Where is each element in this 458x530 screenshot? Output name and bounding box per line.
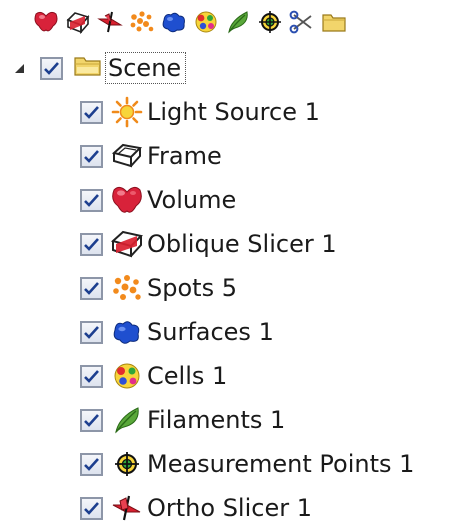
add-surfaces-button[interactable] xyxy=(160,8,188,36)
scissors-icon xyxy=(289,10,315,34)
scene-label: Scene xyxy=(105,52,187,84)
tree-item-filaments[interactable]: Filaments 1 xyxy=(80,398,285,442)
item-label: Spots 5 xyxy=(147,274,237,302)
add-ortho-slicer-button[interactable] xyxy=(96,8,124,36)
checkmark-icon xyxy=(84,501,99,515)
surfaces-icon xyxy=(161,10,187,34)
item-checkbox[interactable] xyxy=(80,408,103,432)
frame-icon xyxy=(107,138,147,174)
add-clipping-plane-button[interactable] xyxy=(288,8,316,36)
measurement-points-icon xyxy=(107,446,147,482)
item-checkbox[interactable] xyxy=(80,232,103,256)
folder-icon xyxy=(73,54,103,82)
cells-icon xyxy=(107,358,147,394)
tree-item-spots[interactable]: Spots 5 xyxy=(80,266,237,310)
tree-item-light-source[interactable]: Light Source 1 xyxy=(80,90,320,134)
ortho-slicer-icon xyxy=(97,10,123,34)
checkmark-icon xyxy=(84,237,99,251)
light-source-icon xyxy=(107,94,147,130)
scene-selection[interactable]: Scene xyxy=(71,51,188,85)
scene-checkbox[interactable] xyxy=(40,56,63,80)
item-label: Volume xyxy=(147,186,237,214)
checkmark-icon xyxy=(84,281,99,295)
toolbar xyxy=(32,6,348,38)
add-cells-button[interactable] xyxy=(192,8,220,36)
item-label: Light Source 1 xyxy=(147,98,320,126)
filaments-icon xyxy=(225,10,251,34)
item-checkbox[interactable] xyxy=(80,452,103,476)
spots-icon xyxy=(107,270,147,306)
add-group-button[interactable] xyxy=(320,8,348,36)
volume-icon xyxy=(107,182,147,218)
surfaces-icon xyxy=(107,314,147,350)
checkmark-icon xyxy=(44,61,59,75)
collapse-arrow-icon[interactable] xyxy=(6,55,32,81)
tree-item-measurement-points[interactable]: Measurement Points 1 xyxy=(80,442,414,486)
ortho-slicer-icon xyxy=(107,490,147,526)
checkmark-icon xyxy=(84,193,99,207)
item-checkbox[interactable] xyxy=(80,100,103,124)
checkmark-icon xyxy=(84,105,99,119)
tree-item-volume[interactable]: Volume xyxy=(80,178,236,222)
tree-item-oblique-slicer[interactable]: Oblique Slicer 1 xyxy=(80,222,337,266)
add-filaments-button[interactable] xyxy=(224,8,252,36)
item-checkbox[interactable] xyxy=(80,144,103,168)
tree-item-frame[interactable]: Frame xyxy=(80,134,222,178)
tree-item-surfaces[interactable]: Surfaces 1 xyxy=(80,310,274,354)
tree-item-cells[interactable]: Cells 1 xyxy=(80,354,227,398)
checkmark-icon xyxy=(84,325,99,339)
item-checkbox[interactable] xyxy=(80,320,103,344)
item-checkbox[interactable] xyxy=(80,276,103,300)
add-oblique-slicer-button[interactable] xyxy=(64,8,92,36)
item-label: Surfaces 1 xyxy=(147,318,274,346)
volume-icon xyxy=(33,10,59,34)
folder-icon xyxy=(321,10,347,34)
item-checkbox[interactable] xyxy=(80,496,103,520)
item-label: Filaments 1 xyxy=(147,406,286,434)
item-label: Oblique Slicer 1 xyxy=(147,230,337,258)
oblique-slicer-icon xyxy=(107,226,147,262)
item-checkbox[interactable] xyxy=(80,188,103,212)
tree-root-scene[interactable]: Scene xyxy=(6,46,188,90)
item-label: Frame xyxy=(147,142,222,170)
tree-item-ortho-slicer[interactable]: Ortho Slicer 1 xyxy=(80,486,312,530)
item-label: Measurement Points 1 xyxy=(147,450,415,478)
checkmark-icon xyxy=(84,369,99,383)
cells-icon xyxy=(193,10,219,34)
spots-icon xyxy=(129,10,155,34)
item-label: Cells 1 xyxy=(147,362,228,390)
item-checkbox[interactable] xyxy=(80,364,103,388)
item-label: Ortho Slicer 1 xyxy=(147,494,312,522)
oblique-slicer-icon xyxy=(65,10,91,34)
add-volume-button[interactable] xyxy=(32,8,60,36)
add-spots-button[interactable] xyxy=(128,8,156,36)
checkmark-icon xyxy=(84,413,99,427)
add-measurement-points-button[interactable] xyxy=(256,8,284,36)
measurement-points-icon xyxy=(257,10,283,34)
filaments-icon xyxy=(107,402,147,438)
checkmark-icon xyxy=(84,149,99,163)
checkmark-icon xyxy=(84,457,99,471)
